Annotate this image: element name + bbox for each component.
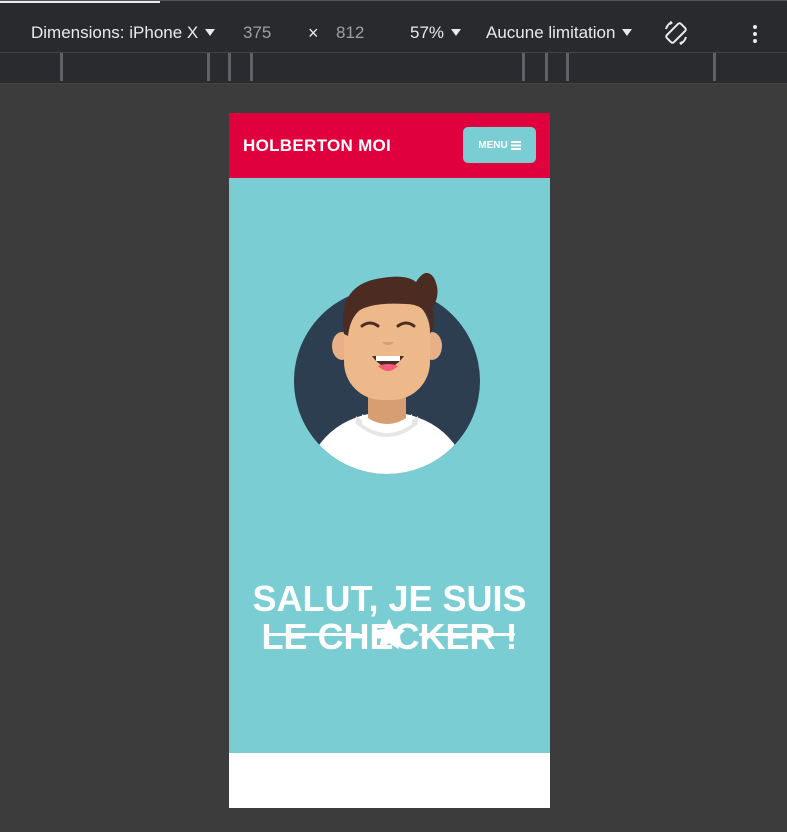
media-query-marker[interactable] xyxy=(545,53,548,81)
rotate-icon[interactable] xyxy=(662,19,690,47)
dropdown-caret-icon xyxy=(205,29,216,36)
star-icon xyxy=(373,619,405,649)
media-query-marker[interactable] xyxy=(60,53,63,81)
throttling-label: Aucune limitation xyxy=(486,23,616,42)
divider-line-right xyxy=(419,633,515,636)
media-query-marker[interactable] xyxy=(713,53,716,81)
height-input[interactable]: 812 xyxy=(336,23,364,43)
media-query-bar[interactable] xyxy=(0,52,787,84)
hamburger-icon xyxy=(510,140,521,150)
divider-line-left xyxy=(264,633,360,636)
media-query-marker[interactable] xyxy=(566,53,569,81)
brand-logo[interactable]: HOLBERTON MOI xyxy=(243,136,391,156)
throttling-select[interactable]: Aucune limitation xyxy=(486,23,633,43)
menu-label: MENU xyxy=(478,139,508,151)
star-divider xyxy=(264,619,516,649)
hero-section: SALUT, JE SUIS LE CHECKER ! xyxy=(229,178,550,753)
zoom-label: 57% xyxy=(410,23,445,42)
device-toolbar: Dimensions: iPhone X 375 × 812 57% Aucun… xyxy=(0,0,787,53)
media-query-marker[interactable] xyxy=(207,53,210,81)
dropdown-caret-icon xyxy=(622,29,633,36)
media-query-marker[interactable] xyxy=(228,53,231,81)
dropdown-caret-icon xyxy=(451,29,462,36)
active-tab-indicator xyxy=(0,1,160,3)
more-options-icon[interactable] xyxy=(748,23,762,45)
device-dimensions-label: Dimensions: iPhone X xyxy=(31,23,199,42)
media-query-marker[interactable] xyxy=(522,53,525,81)
width-input[interactable]: 375 xyxy=(243,23,271,43)
media-query-marker[interactable] xyxy=(250,53,253,81)
zoom-select[interactable]: 57% xyxy=(410,23,462,43)
menu-button[interactable]: MENU xyxy=(463,127,536,163)
device-viewport: HOLBERTON MOI MENU SALUT, JE SUIS LE CHE… xyxy=(229,113,550,808)
avatar-illustration xyxy=(294,272,480,474)
headline-line-1: SALUT, JE SUIS xyxy=(252,578,527,619)
device-dimensions-select[interactable]: Dimensions: iPhone X xyxy=(31,23,216,43)
navbar: HOLBERTON MOI MENU xyxy=(229,113,550,178)
times-separator: × xyxy=(308,23,319,43)
